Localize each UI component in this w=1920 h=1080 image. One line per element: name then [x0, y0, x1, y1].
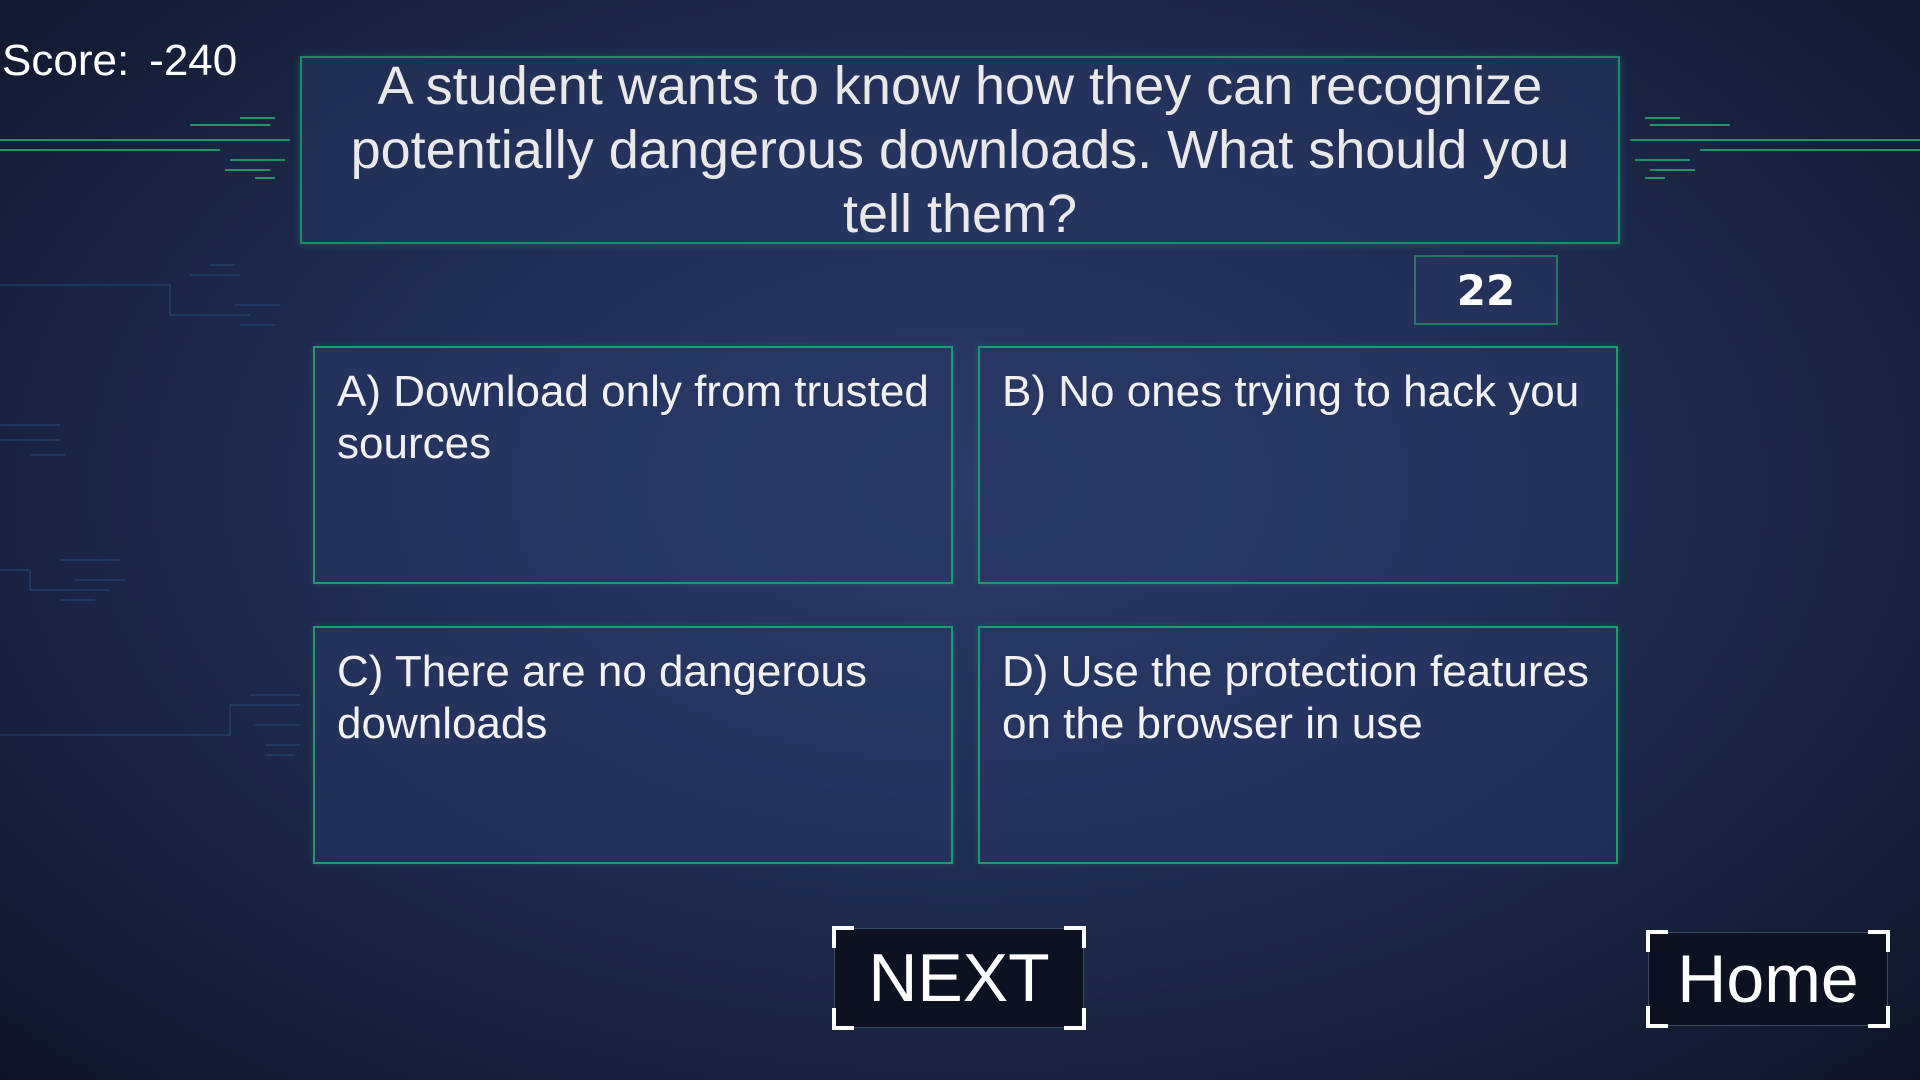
question-text: A student wants to know how they can rec… [350, 56, 1570, 244]
corner-bracket [1868, 1006, 1890, 1028]
question-panel: A student wants to know how they can rec… [300, 56, 1620, 244]
answer-b-text: B) No ones trying to hack you [1002, 367, 1580, 416]
corner-bracket [1646, 1006, 1668, 1028]
corner-bracket [1064, 1008, 1086, 1030]
corner-bracket [832, 1008, 854, 1030]
corner-bracket [832, 926, 854, 948]
answer-option-b[interactable]: B) No ones trying to hack you [978, 346, 1618, 584]
answer-option-d[interactable]: D) Use the protection features on the br… [978, 626, 1618, 864]
home-button-label: Home [1677, 941, 1859, 1017]
home-button[interactable]: Home [1646, 930, 1890, 1028]
next-button-label: NEXT [868, 940, 1050, 1016]
answer-option-c[interactable]: C) There are no dangerous downloads [313, 626, 953, 864]
countdown-timer: 22 [1414, 255, 1558, 325]
score-label: Score: [2, 36, 130, 85]
corner-bracket [1064, 926, 1086, 948]
answer-d-text: D) Use the protection features on the br… [1002, 647, 1589, 748]
corner-bracket [1868, 930, 1890, 952]
answer-c-text: C) There are no dangerous downloads [337, 647, 867, 748]
score-display: Score: -240 [2, 36, 237, 86]
corner-bracket [1646, 930, 1668, 952]
answer-option-a[interactable]: A) Download only from trusted sources [313, 346, 953, 584]
score-value: -240 [149, 36, 238, 85]
timer-value: 22 [1456, 265, 1516, 315]
answer-a-text: A) Download only from trusted sources [337, 367, 929, 468]
next-button[interactable]: NEXT [832, 926, 1086, 1030]
